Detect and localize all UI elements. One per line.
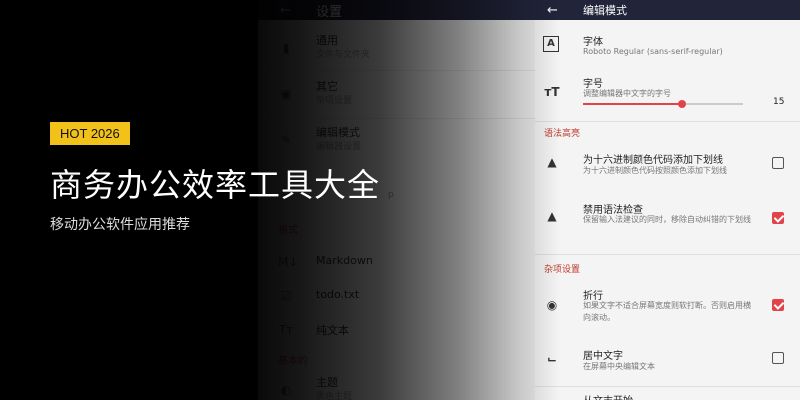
editor-title: 编辑模式: [583, 4, 627, 17]
banner-headline: 商务办公效率工具大全: [50, 166, 381, 204]
pref-subtitle: 为十六进制颜色代码按照颜色添加下划线: [583, 166, 727, 175]
divider: [258, 70, 558, 71]
section-misc: 杂项设置: [544, 265, 581, 275]
settings-item-plaintext[interactable]: Tт 纯文本: [258, 310, 558, 350]
settings-title: 设置: [316, 4, 343, 20]
section-basic: 基本的: [278, 356, 308, 367]
file-icon: ▮: [282, 41, 290, 55]
hot-badge: HOT 2026: [50, 122, 130, 145]
pref-title: 为十六进制颜色代码添加下划线: [583, 155, 723, 166]
pref-disable-spellcheck[interactable]: ▲ 禁用语法检查 保留输入法建议的同时，移除自动纠错的下划线: [535, 195, 800, 245]
theme-icon: ◐: [280, 383, 292, 397]
divider: [258, 118, 558, 119]
text-icon: Tт: [278, 323, 294, 337]
banner-subline: 移动办公软件应用推荐: [50, 217, 190, 233]
item-title: 编辑模式: [316, 126, 360, 139]
disable-spellcheck-checkbox[interactable]: [772, 212, 784, 224]
item-title: 通用: [316, 34, 338, 47]
center-text-checkbox[interactable]: [772, 352, 784, 364]
arrow-left-icon[interactable]: ←: [280, 3, 316, 18]
item-title: todo.txt: [316, 288, 360, 301]
pref-font-size[interactable]: тT 字号 调整编辑器中文字的字号: [535, 70, 800, 120]
section-formats: 格式: [278, 225, 298, 236]
pref-subtitle: Roboto Regular (sans-serif-regular): [583, 47, 723, 56]
checklist-icon: ☑: [280, 289, 292, 303]
settings-item-editor[interactable]: ✎ 编辑模式 编辑器设置: [258, 120, 558, 160]
editor-mode-screen: ← 编辑模式 A 字体 Roboto Regular (sans-serif-r…: [535, 0, 800, 400]
divider: [535, 121, 800, 122]
slider-fill: [583, 103, 683, 105]
divider: [535, 254, 800, 255]
item-subtitle: 编辑器设置: [316, 142, 362, 152]
settings-appbar: ← 设置: [258, 0, 558, 20]
format-color-icon: ▲: [547, 155, 557, 169]
markdown-icon: M↓: [278, 255, 299, 269]
settings-item-theme[interactable]: ◐ 主题 黑色主题: [258, 370, 558, 400]
pref-soft-wrap[interactable]: ◉ 折行 如果文字不适合屏幕宽度则软打断。否则启用横向滚动。: [535, 282, 800, 332]
pref-font[interactable]: A 字体 Roboto Regular (sans-serif-regular): [535, 28, 800, 68]
font-icon: A: [543, 36, 559, 52]
item-title: 其它: [316, 80, 338, 93]
divider: [535, 386, 800, 387]
hex-underline-checkbox[interactable]: [772, 157, 784, 169]
font-size-slider[interactable]: [583, 100, 743, 108]
pref-subtitle: 在屏幕中央编辑文本: [583, 362, 655, 371]
item-subtitle: 黑色主题: [316, 392, 353, 400]
pref-subtitle: 调整编辑器中文字的字号: [583, 89, 671, 98]
pref-subtitle: 保留输入法建议的同时，移除自动纠错的下划线: [583, 215, 751, 224]
editor-appbar: ← 编辑模式: [535, 0, 800, 20]
center-focus-icon: ⌙: [546, 352, 558, 366]
item-subtitle: p: [388, 190, 394, 200]
section-syntax: 语法高亮: [544, 129, 581, 139]
pref-title: 居中文字: [583, 351, 623, 362]
pref-start-at-end[interactable]: 从文末开始: [535, 390, 800, 400]
font-size-value: 15: [773, 97, 785, 107]
pref-title: 从文末开始: [583, 392, 633, 400]
format-color-icon: ▲: [547, 209, 557, 223]
arrow-left-icon[interactable]: ←: [547, 3, 583, 18]
settings-item-general[interactable]: ▮ 通用 文件与文件夹: [258, 28, 558, 68]
item-subtitle: 杂项设置: [316, 96, 353, 106]
text-size-icon: тT: [544, 85, 560, 99]
eye-icon: ◉: [546, 298, 558, 312]
soft-wrap-checkbox[interactable]: [772, 299, 784, 311]
pref-hex-underline[interactable]: ▲ 为十六进制颜色代码添加下划线 为十六进制颜色代码按照颜色添加下划线: [535, 145, 800, 185]
pencil-icon: ✎: [280, 133, 292, 147]
item-title: 纯文本: [316, 324, 349, 337]
settings-item-misc[interactable]: ▣ 其它 杂项设置: [258, 74, 558, 114]
pref-center-text[interactable]: ⌙ 居中文字 在屏幕中央编辑文本: [535, 342, 800, 382]
pref-subtitle: 如果文字不适合屏幕宽度则软打断。否则启用横向滚动。: [583, 301, 751, 322]
item-title: Markdown: [316, 254, 373, 267]
item-title: 主题: [316, 376, 338, 389]
item-subtitle: 文件与文件夹: [316, 50, 371, 60]
misc-icon: ▣: [280, 87, 292, 101]
